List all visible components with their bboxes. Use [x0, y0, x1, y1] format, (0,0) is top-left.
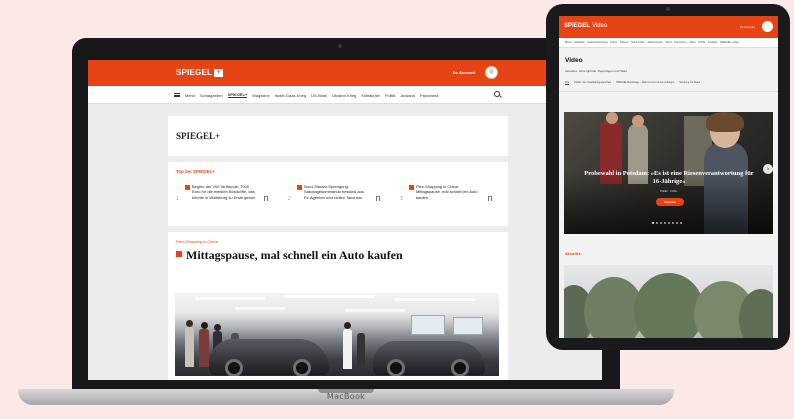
video-page-subtitle: Aktuelles, Hintergründe, Reportagen und …	[565, 69, 627, 73]
featured-video-player[interactable]: Probewahl in Potsdam: »Es ist eine Riese…	[564, 112, 773, 234]
account-link[interactable]: Ihr Account	[453, 70, 475, 75]
main-nav: Menü Schlagzeilen SPIEGEL+ Magazine Isra…	[88, 86, 602, 104]
video-page-title: Video	[565, 57, 583, 64]
site-header: SPIEGEL + Ihr Account	[88, 60, 602, 86]
hamburger-icon[interactable]	[174, 93, 180, 97]
tablet-device: SPIEGEL Video Ihr Account Menü Aktuelles …	[546, 4, 790, 350]
carousel-dot[interactable]	[664, 222, 666, 224]
top-story-text: Beginn der VW-Tarifrunde: 7000 Euro für …	[192, 184, 256, 200]
spiegel-plus-badge-icon	[185, 185, 190, 190]
carousel-dot[interactable]	[676, 222, 678, 224]
chevron-right-icon[interactable]: ›	[763, 164, 773, 174]
top-story-text: Plex-Shopping in China: Mittagspause, ma…	[416, 184, 478, 200]
subnav-item-alle[interactable]: Alle	[565, 81, 569, 84]
laptop-screen: SPIEGEL + Ihr Account Menü Schlagzeilen …	[88, 60, 602, 380]
laptop-base: MacBook	[18, 389, 674, 405]
carousel-dot[interactable]	[660, 222, 662, 224]
tablet-topnav-items[interactable]: Menü Aktuelles Israel-Gaza-Krieg Kultur …	[565, 41, 739, 44]
play-button[interactable]: Abspielen	[656, 198, 684, 206]
nav-item-klimakrise[interactable]: Klimakrise	[361, 93, 379, 98]
laptop-camera	[338, 44, 342, 48]
top-story-number: 1	[176, 196, 179, 202]
carousel-dot[interactable]	[668, 222, 670, 224]
top-stories-card: Top bei SPIEGEL+ 1 Beginn der VW-Tarifru…	[168, 162, 508, 226]
top-stories-label: Top bei SPIEGEL+	[176, 169, 216, 174]
nav-item-panorama[interactable]: Panorama	[420, 93, 438, 98]
video-caption[interactable]: Probewahl in Potsdam: »Es ist eine Riese…	[584, 170, 754, 186]
carousel-dots	[652, 222, 682, 224]
nav-item-ukraine[interactable]: Ukraine-Krieg	[332, 93, 356, 98]
nav-item-ausland[interactable]: Ausland	[401, 93, 415, 98]
nav-item-magazine[interactable]: Magazine	[252, 93, 269, 98]
carousel-dot[interactable]	[656, 222, 658, 224]
carousel-dot[interactable]	[680, 222, 682, 224]
tablet-camera	[666, 7, 670, 11]
laptop-bezel: SPIEGEL + Ihr Account Menü Schlagzeilen …	[72, 38, 620, 390]
tablet-logo-text: SPIEGEL	[564, 23, 591, 29]
tablet-screen: SPIEGEL Video Ihr Account Menü Aktuelles …	[559, 16, 778, 338]
subnav-item[interactable]: SPIEGEL Backstage – Mehr Luxus mit den K…	[616, 81, 674, 84]
tablet-topnav: Menü Aktuelles Israel-Gaza-Krieg Kultur …	[559, 38, 778, 48]
spiegel-plus-badge-icon	[409, 185, 414, 190]
article-image-car-showroom[interactable]	[175, 293, 499, 376]
avatar[interactable]	[762, 21, 773, 32]
subnav-item[interactable]: Sendung mit Maus	[679, 81, 700, 84]
search-icon[interactable]	[494, 91, 500, 97]
carousel-dot[interactable]	[652, 222, 654, 224]
top-story-text: Nord-Stream-Sprengung: Sabotagekommando …	[304, 184, 364, 200]
video-subnav: Alle Politik: Von Spielplatzgesprächen S…	[565, 81, 700, 84]
nav-item-schlagzeilen[interactable]: Schlagzeilen	[200, 93, 223, 98]
article-headline[interactable]: Mittagspause, mal schnell ein Auto kaufe…	[186, 248, 403, 263]
top-story-number: 2	[288, 196, 291, 202]
article-kicker: Plex-Shopping in China	[176, 239, 218, 244]
laptop-brand-label: MacBook	[326, 392, 366, 401]
nav-item-us-wahl[interactable]: US-Wahl	[311, 93, 327, 98]
nav-item-spiegel-plus[interactable]: SPIEGEL+	[227, 92, 248, 98]
section-label: Aktuelles	[565, 252, 581, 256]
site-logo[interactable]: SPIEGEL +	[176, 68, 224, 77]
bookmark-icon[interactable]	[264, 196, 268, 201]
spiegel-plus-title-card: SPIEGEL+	[168, 116, 508, 156]
spiegel-plus-badge-icon	[176, 251, 182, 257]
tablet-logo-sub: Video	[592, 23, 608, 29]
site-logo-text: SPIEGEL	[176, 68, 213, 77]
spiegel-plus-badge-icon	[297, 185, 302, 190]
video-thumbnail-trees[interactable]	[564, 265, 773, 338]
nav-item-politik[interactable]: Politik	[385, 93, 396, 98]
nav-item-israel-gaza[interactable]: Israel-Gaza-Krieg	[275, 93, 306, 98]
subnav-item[interactable]: Politik: Von Spielplatzgesprächen	[574, 81, 611, 84]
top-story-number: 3	[400, 196, 403, 202]
divider	[559, 91, 778, 92]
tablet-account-link[interactable]: Ihr Account	[740, 25, 755, 29]
spiegel-plus-mark-icon: +	[214, 68, 224, 77]
tablet-logo[interactable]: SPIEGEL Video	[564, 23, 607, 29]
bookmark-icon[interactable]	[376, 196, 380, 201]
page-title: SPIEGEL+	[176, 131, 221, 141]
nav-menu-label[interactable]: Menü	[185, 93, 195, 98]
tablet-header: SPIEGEL Video Ihr Account	[559, 16, 778, 38]
video-meta: Politik · 3 Min	[660, 189, 677, 193]
carousel-dot[interactable]	[672, 222, 674, 224]
avatar[interactable]	[485, 66, 498, 79]
bookmark-icon[interactable]	[488, 196, 492, 201]
